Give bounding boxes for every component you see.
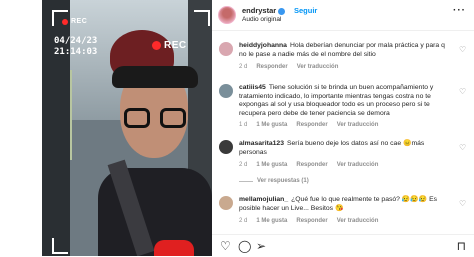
translate-link[interactable]: Ver traducción [297,64,339,70]
heart-icon[interactable]: ♡ [220,240,231,252]
person-headband [112,66,198,88]
comment-username[interactable]: heiddyjohanna [239,42,287,49]
comment-time: 2 d [239,162,248,168]
comment-username[interactable]: catiiis45 [239,84,266,91]
verified-badge-icon [278,7,286,15]
microphone [154,240,194,256]
comment-text: heiddyjohanna Hola deberían denunciar por… [239,42,445,58]
comment-text: catiiis45 Tiene solución si te brinda un … [239,84,434,117]
comment-meta: 2 d 1 Me gusta Responder Ver traducción [239,162,378,168]
video-time: 21:14:03 [54,47,98,57]
comment-text: mellamojulian_ ¿Qué fue lo que realmente … [239,196,438,212]
audio-link[interactable]: Audio original [242,16,281,23]
rec-label-large: REC [164,40,187,51]
post-header: endrystar Seguir Audio original ··· [212,0,474,31]
replies-divider [239,180,253,182]
commenter-avatar[interactable] [219,42,233,56]
post-action-bar: ♡ ◯ ➢ ⊓ [212,234,474,257]
rec-indicator-large: REC [152,40,187,51]
bookmark-icon[interactable]: ⊓ [457,240,466,252]
reply-link[interactable]: Responder [296,162,327,168]
comment-likes[interactable]: 1 Me gusta [256,218,287,224]
comment-username[interactable]: mellamojulian_ [239,196,288,203]
send-icon[interactable]: ➢ [256,240,266,252]
commenter-avatar[interactable] [219,140,233,154]
comment-likes[interactable]: 1 Me gusta [256,122,287,128]
translate-link[interactable]: Ver traducción [337,122,379,128]
like-comment-heart-icon[interactable]: ♡ [459,88,466,96]
reply-link[interactable]: Responder [296,122,327,128]
commenter-avatar[interactable] [219,196,233,210]
view-replies-button[interactable]: Ver respuestas (1) [239,178,309,184]
translate-link[interactable]: Ver traducción [337,162,379,168]
comment-time: 2 d [239,64,248,70]
record-dot-icon [62,18,68,25]
author-avatar[interactable] [218,6,236,24]
more-options-icon[interactable]: ··· [453,5,466,16]
comment-meta: 2 d Responder Ver traducción [239,64,338,70]
frame-corner-top-right [194,10,210,26]
translate-link[interactable]: Ver traducción [337,218,379,224]
comment-likes[interactable]: 1 Me gusta [256,162,287,168]
follow-button[interactable]: Seguir [294,6,317,15]
reply-link[interactable]: Responder [296,218,327,224]
comment-username[interactable]: almasarita123 [239,140,284,147]
comment-meta: 1 d 1 Me gusta Responder Ver traducción [239,122,378,128]
rec-label-small: REC [71,18,88,25]
view-replies-label: Ver respuestas (1) [257,178,309,184]
comment-time: 2 d [239,218,248,224]
video-date: 04/24/23 [54,36,98,46]
commenter-avatar[interactable] [219,84,233,98]
like-comment-heart-icon[interactable]: ♡ [459,46,466,54]
rec-indicator-small: REC [62,18,87,25]
comment-text: almasarita123 Sería bueno deje los datos … [239,140,425,156]
reply-link[interactable]: Responder [256,64,287,70]
comment-time: 1 d [239,122,248,128]
author-username[interactable]: endrystar [242,6,286,15]
like-comment-heart-icon[interactable]: ♡ [459,200,466,208]
post-panel: endrystar Seguir Audio original ··· heid… [212,0,474,256]
record-dot-icon [152,41,161,50]
video-timestamp: 04/24/23 21:14:03 [54,36,97,58]
frame-corner-bottom-left [52,238,68,254]
person-glasses [124,108,186,130]
comment-icon[interactable]: ◯ [238,240,251,252]
comment-meta: 2 d 1 Me gusta Responder Ver traducción [239,218,378,224]
like-comment-heart-icon[interactable]: ♡ [459,144,466,152]
